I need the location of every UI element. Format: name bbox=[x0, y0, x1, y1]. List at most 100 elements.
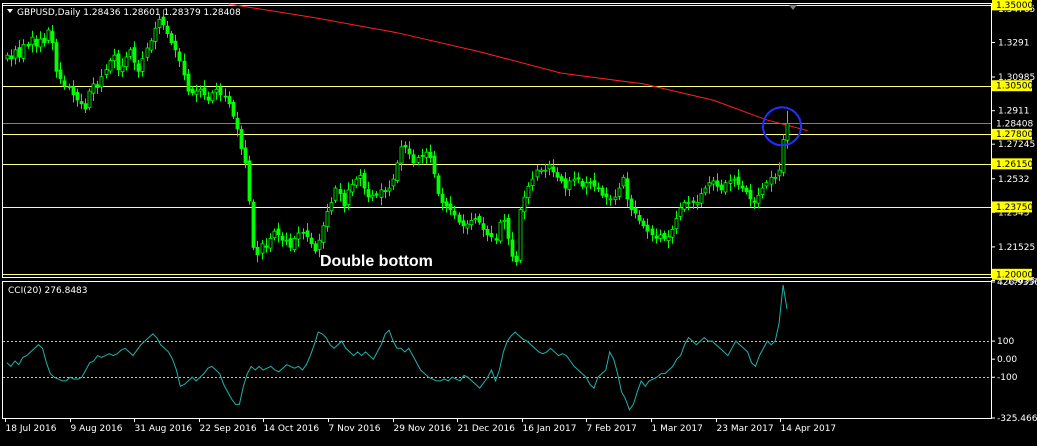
candle-body bbox=[658, 234, 663, 239]
candle-body bbox=[662, 232, 667, 239]
candle-body bbox=[116, 53, 121, 70]
candle-body bbox=[108, 60, 113, 72]
candle-body bbox=[62, 80, 67, 87]
candle-body bbox=[650, 228, 655, 236]
candle-body bbox=[608, 198, 613, 201]
time-tick-label: 23 Mar 2017 bbox=[717, 424, 774, 434]
candle-body bbox=[329, 202, 334, 212]
time-tick-label: 29 Nov 2016 bbox=[394, 424, 452, 434]
candle-body bbox=[420, 154, 425, 157]
candle-body bbox=[280, 235, 285, 241]
candle-body bbox=[30, 36, 35, 46]
price-tick-label: 1.21525 bbox=[998, 243, 1035, 253]
candle-body bbox=[210, 92, 215, 102]
candle-body bbox=[145, 47, 150, 58]
candle-body bbox=[194, 90, 199, 95]
level-label: 1.27800 bbox=[996, 130, 1033, 140]
candle-body bbox=[202, 87, 207, 96]
candle-body bbox=[13, 49, 18, 59]
candle-body bbox=[588, 181, 593, 184]
candle-body bbox=[633, 207, 638, 214]
candle-body bbox=[34, 39, 39, 47]
candle-body bbox=[235, 118, 240, 130]
candle-body bbox=[54, 42, 59, 72]
candle-body bbox=[732, 178, 737, 181]
candle-body bbox=[666, 236, 671, 242]
candle-body bbox=[313, 243, 318, 252]
candle-body bbox=[379, 189, 384, 198]
candle-body bbox=[128, 49, 133, 57]
candle-body bbox=[338, 189, 343, 194]
candle-body bbox=[526, 185, 531, 199]
candle-body bbox=[416, 157, 421, 163]
candle-body bbox=[477, 216, 482, 223]
time-tick-label: 31 Aug 2016 bbox=[135, 424, 193, 434]
price-chart-svg[interactable]: 1.347651.32911.309851.29111.272451.25321… bbox=[0, 0, 1037, 441]
candle-body bbox=[452, 210, 457, 216]
candle-body bbox=[383, 190, 388, 193]
candle-body bbox=[391, 178, 396, 187]
candle-body bbox=[584, 182, 589, 188]
candle-body bbox=[629, 198, 634, 211]
candle-body bbox=[711, 180, 716, 185]
candle-body bbox=[177, 51, 182, 62]
price-tick-label: 1.3291 bbox=[998, 38, 1030, 48]
candle-body bbox=[268, 237, 273, 249]
candle-body bbox=[173, 40, 178, 51]
moving-average-line bbox=[228, 3, 808, 132]
candle-body bbox=[756, 194, 761, 204]
candle-body bbox=[498, 221, 503, 242]
candle-body bbox=[510, 239, 515, 257]
candle-body bbox=[399, 146, 404, 164]
candle-body bbox=[75, 92, 80, 101]
level-label: 1.23750 bbox=[996, 203, 1033, 213]
candle-body bbox=[494, 238, 499, 241]
candle-body bbox=[161, 16, 166, 26]
candle-body bbox=[374, 193, 379, 196]
candle-body bbox=[95, 84, 100, 88]
candle-body bbox=[691, 200, 696, 203]
candle-body bbox=[140, 58, 145, 72]
cci-tick-label: 0.00 bbox=[997, 355, 1017, 365]
candle-body bbox=[448, 203, 453, 210]
chart-menu-triangle-icon[interactable] bbox=[7, 9, 13, 13]
candle-body bbox=[539, 169, 544, 172]
candle-body bbox=[342, 193, 347, 207]
candle-body bbox=[403, 144, 408, 148]
candle-body bbox=[682, 202, 687, 210]
candle-body bbox=[473, 218, 478, 221]
candle-body bbox=[428, 151, 433, 158]
candle-body bbox=[198, 88, 203, 92]
candle-body bbox=[21, 44, 26, 59]
candle-body bbox=[333, 187, 338, 201]
price-tick-label: 1.27245 bbox=[998, 140, 1035, 150]
candle-body bbox=[604, 193, 609, 198]
candle-body bbox=[748, 189, 753, 200]
candle-body bbox=[547, 164, 552, 170]
candle-body bbox=[551, 166, 556, 173]
moving-average bbox=[228, 3, 808, 132]
candle-body bbox=[38, 38, 43, 48]
candle-body bbox=[592, 180, 597, 187]
candle-body bbox=[555, 172, 560, 178]
candle-body bbox=[325, 210, 330, 227]
chart-window[interactable]: 1.347651.32911.309851.29111.272451.25321… bbox=[0, 0, 1037, 441]
candle-body bbox=[260, 243, 265, 254]
candle-body bbox=[563, 178, 568, 189]
candle-body bbox=[243, 147, 248, 164]
shift-marker-icon[interactable] bbox=[789, 5, 797, 10]
candle-body bbox=[699, 193, 704, 204]
candle-body bbox=[350, 184, 355, 193]
candle-body bbox=[284, 239, 289, 242]
candle-body bbox=[136, 63, 141, 72]
candle-body bbox=[272, 230, 277, 239]
candle-body bbox=[769, 176, 774, 185]
candle-body bbox=[227, 96, 232, 105]
candle-body bbox=[457, 214, 462, 223]
candle-body bbox=[26, 44, 31, 47]
candle-body bbox=[645, 224, 650, 232]
candle-body bbox=[276, 228, 281, 236]
cci-tick-label: 100 bbox=[997, 337, 1014, 347]
candle-body bbox=[522, 196, 527, 213]
candle-body bbox=[17, 47, 22, 58]
